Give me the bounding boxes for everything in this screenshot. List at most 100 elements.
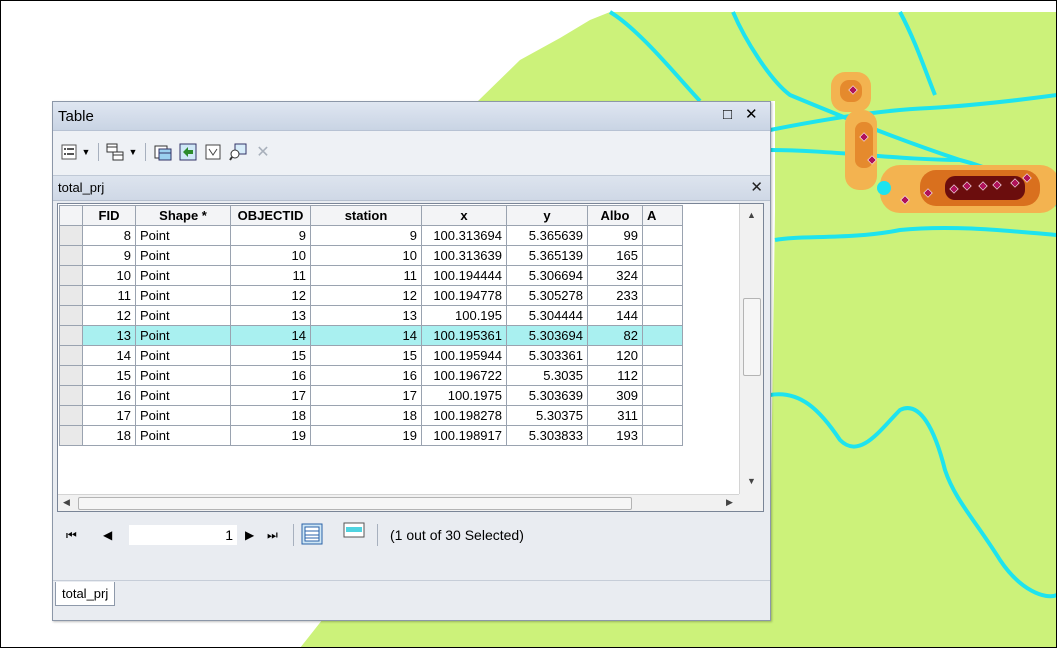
delete-selected-icon[interactable]: ✕ [253,141,273,163]
table-cell[interactable]: 13 [82,325,136,346]
row-selector[interactable] [59,265,83,286]
table-row[interactable]: 18 Point 19 19 100.198917 5.303833 193 [59,425,683,446]
table-cell[interactable]: 5.3035 [506,365,588,386]
table-cell[interactable]: 100.1975 [421,385,507,406]
table-cell[interactable]: 5.306694 [506,265,588,286]
table-cell[interactable]: 13 [310,305,422,326]
table-cell[interactable]: 5.365139 [506,245,588,266]
column-header-objectid[interactable]: OBJECTID [230,205,311,226]
table-cell[interactable]: 5.365639 [506,225,588,246]
table-cell[interactable] [642,425,683,446]
bottom-tab-total-prj[interactable]: total_prj [55,582,116,606]
table-cell[interactable]: 100.198278 [421,405,507,426]
horizontal-scrollbar[interactable]: ◀ ▶ [58,494,739,511]
vertical-scroll-thumb[interactable] [743,298,761,376]
table-cell[interactable]: 193 [587,425,643,446]
table-row[interactable]: 15 Point 16 16 100.196722 5.3035 112 [59,365,683,386]
table-cell[interactable]: 100.313639 [421,245,507,266]
table-cell[interactable]: 10 [82,265,136,286]
table-cell[interactable]: 100.195944 [421,345,507,366]
row-selector[interactable] [59,305,83,326]
row-selector[interactable] [59,385,83,406]
scroll-right-icon[interactable]: ▶ [726,497,733,508]
table-cell[interactable]: 19 [310,425,422,446]
table-cell[interactable]: Point [135,425,231,446]
horizontal-scroll-thumb[interactable] [78,497,632,510]
first-record-icon[interactable]: ⏮ [66,528,77,543]
table-cell[interactable]: 100.195361 [421,325,507,346]
table-cell[interactable]: Point [135,385,231,406]
table-row[interactable]: 13 Point 14 14 100.195361 5.303694 82 [59,325,683,346]
table-cell[interactable]: Point [135,285,231,306]
scroll-left-icon[interactable]: ◀ [63,497,70,508]
column-header-station[interactable]: station [310,205,422,226]
table-cell[interactable] [642,365,683,386]
table-cell[interactable]: Point [135,345,231,366]
table-cell[interactable]: 15 [310,345,422,366]
attribute-grid[interactable]: FID Shape * OBJECTID station x y Albo A … [57,203,764,512]
table-cell[interactable] [642,385,683,406]
show-selected-records-button[interactable] [343,521,365,544]
table-cell[interactable]: 12 [310,285,422,306]
table-cell[interactable]: 99 [587,225,643,246]
row-selector[interactable] [59,325,83,346]
related-tables-button[interactable] [104,141,126,163]
row-selector[interactable] [59,425,83,446]
table-cell[interactable]: 11 [310,265,422,286]
table-cell[interactable]: Point [135,265,231,286]
table-cell[interactable]: 112 [587,365,643,386]
table-cell[interactable]: 309 [587,385,643,406]
vertical-scrollbar[interactable]: ▲ ▼ [739,204,763,494]
table-cell[interactable]: 17 [310,385,422,406]
table-cell[interactable] [642,345,683,366]
table-cell[interactable]: 100.196722 [421,365,507,386]
table-cell[interactable]: 18 [230,405,311,426]
table-cell[interactable]: 100.313694 [421,225,507,246]
close-window-button[interactable]: ✕ [745,107,758,123]
table-cell[interactable]: 144 [587,305,643,326]
table-cell[interactable] [642,285,683,306]
table-cell[interactable]: 15 [82,365,136,386]
table-cell[interactable]: 9 [310,225,422,246]
row-selector[interactable] [59,405,83,426]
table-cell[interactable]: 5.303639 [506,385,588,406]
table-cell[interactable]: 15 [230,345,311,366]
table-cell[interactable]: 17 [82,405,136,426]
table-cell[interactable]: 19 [230,425,311,446]
table-cell[interactable]: 9 [230,225,311,246]
table-cell[interactable]: 165 [587,245,643,266]
table-cell[interactable]: Point [135,225,231,246]
zoom-to-selected-button[interactable] [227,141,249,163]
table-cell[interactable]: 12 [82,305,136,326]
maximize-button[interactable]: □ [723,107,732,123]
clear-selection-button[interactable] [203,141,223,163]
table-options-button[interactable] [59,141,79,163]
previous-record-icon[interactable]: ◀ [103,528,112,542]
table-cell[interactable]: 14 [230,325,311,346]
table-cell[interactable]: 82 [587,325,643,346]
table-cell[interactable]: 9 [82,245,136,266]
table-cell[interactable]: 13 [230,305,311,326]
current-record-input[interactable] [129,525,237,545]
table-cell[interactable]: 8 [82,225,136,246]
show-all-records-button[interactable] [301,523,323,550]
table-cell[interactable]: 14 [310,325,422,346]
table-row[interactable]: 11 Point 12 12 100.194778 5.305278 233 [59,285,683,306]
row-selector[interactable] [59,225,83,246]
table-cell[interactable]: Point [135,405,231,426]
column-header-albo[interactable]: Albo [587,205,643,226]
table-cell[interactable]: 5.30375 [506,405,588,426]
row-selector[interactable] [59,245,83,266]
table-row[interactable]: 8 Point 9 9 100.313694 5.365639 99 [59,225,683,246]
row-selector[interactable] [59,345,83,366]
table-cell[interactable]: 100.198917 [421,425,507,446]
table-cell[interactable]: 324 [587,265,643,286]
table-cell[interactable]: 16 [310,365,422,386]
select-by-attributes-button[interactable] [152,141,174,163]
column-header-x[interactable]: x [421,205,507,226]
window-titlebar[interactable]: Table □ ✕ [53,102,770,131]
table-cell[interactable] [642,305,683,326]
table-cell[interactable]: 14 [82,345,136,366]
table-cell[interactable] [642,265,683,286]
table-cell[interactable] [642,405,683,426]
